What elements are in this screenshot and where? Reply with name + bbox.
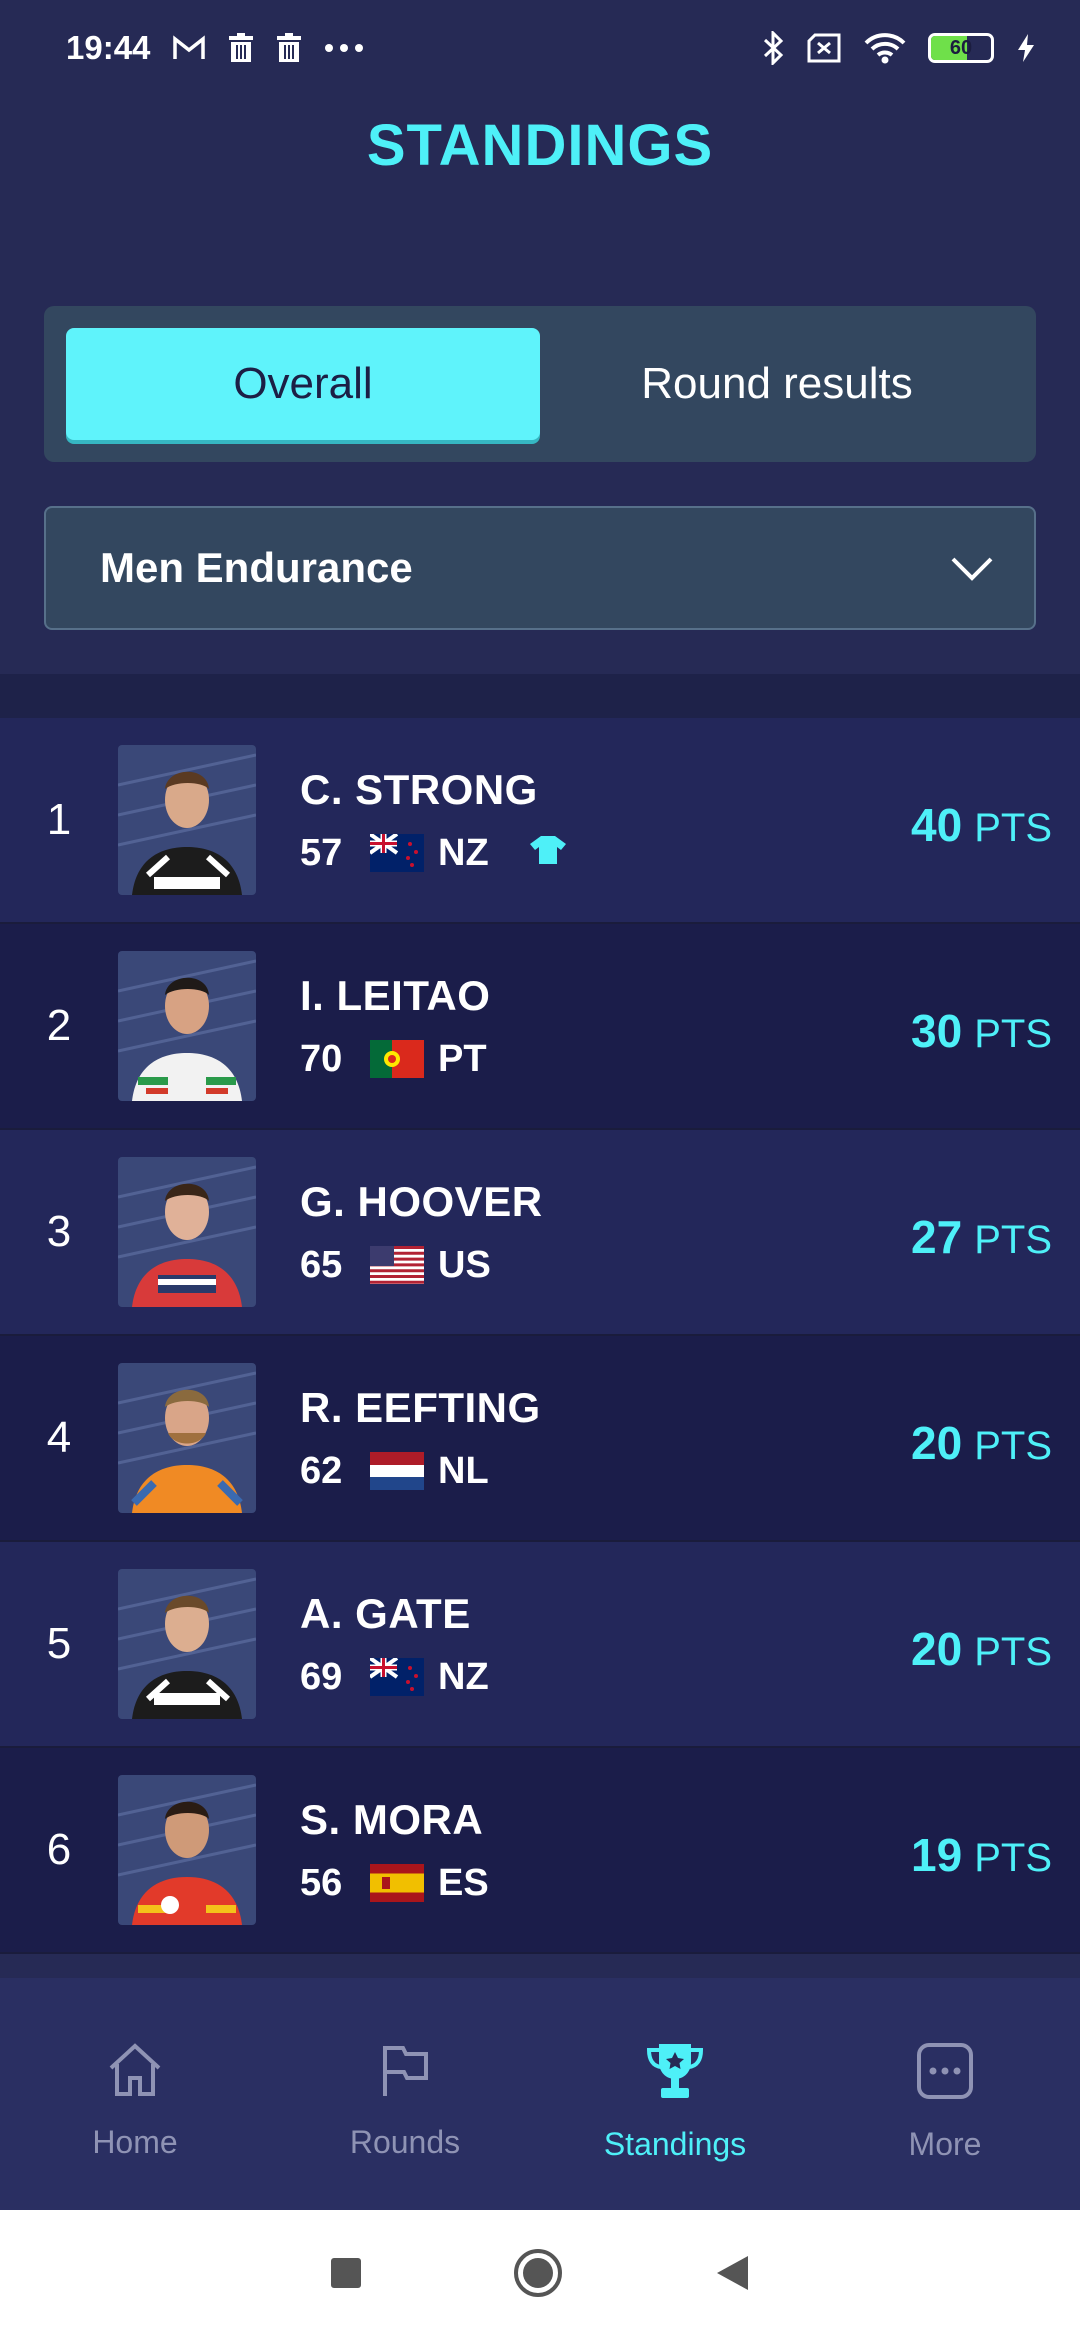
flag-pt-icon — [370, 1040, 424, 1078]
points-unit: PTS — [974, 1630, 1052, 1674]
rider-photo — [118, 1775, 256, 1925]
rider-photo — [118, 1363, 256, 1513]
category-dropdown[interactable]: Men Endurance — [44, 506, 1036, 630]
system-navigation-bar — [0, 2210, 1080, 2340]
rank: 4 — [46, 1413, 72, 1462]
rider-number: 57 — [300, 831, 343, 874]
flag-us-icon — [370, 1246, 424, 1284]
country-code: US — [438, 1243, 491, 1286]
flag-nz-icon — [370, 1658, 424, 1696]
bottom-navigation: Home Rounds Standings More — [0, 1978, 1080, 2210]
nav-standings[interactable]: Standings — [540, 1978, 810, 2210]
rider-photo — [118, 1569, 256, 1719]
rank: 3 — [46, 1207, 72, 1256]
home-button[interactable] — [512, 2247, 564, 2304]
country-code: NZ — [438, 831, 489, 874]
points-unit: PTS — [974, 1012, 1052, 1056]
rider-photo — [118, 951, 256, 1101]
points-value: 40 — [911, 799, 963, 851]
more-notifications-icon — [324, 43, 364, 53]
recents-button[interactable] — [330, 2257, 362, 2294]
leader-jersey-icon — [529, 832, 567, 875]
trash-icon — [228, 33, 254, 63]
points-unit: PTS — [974, 1424, 1052, 1468]
rider-number: 69 — [300, 1655, 343, 1698]
more-icon — [916, 2042, 974, 2108]
battery-icon: 60 — [928, 33, 994, 63]
nav-more-label: More — [908, 2126, 982, 2162]
back-button[interactable] — [714, 2254, 750, 2297]
points-unit: PTS — [974, 1218, 1052, 1262]
rank: 6 — [46, 1825, 72, 1874]
points-value: 20 — [911, 1417, 963, 1469]
nav-rounds[interactable]: Rounds — [270, 1978, 540, 2210]
rank: 1 — [46, 795, 72, 844]
chevron-down-icon — [950, 544, 994, 592]
charging-icon — [1016, 33, 1036, 63]
flag-nl-icon — [370, 1452, 424, 1490]
points-unit: PTS — [974, 806, 1052, 850]
standing-row[interactable]: 5 A. GATE 69 NZ 20 PTS — [0, 1542, 1080, 1748]
nav-home[interactable]: Home — [0, 1978, 270, 2210]
standing-row[interactable]: 1 C. STRONG 57 NZ 40 PTS — [0, 718, 1080, 924]
country-code: NL — [438, 1449, 489, 1492]
bluetooth-icon — [762, 31, 784, 65]
points-value: 30 — [911, 1005, 963, 1057]
no-sim-icon — [806, 33, 842, 63]
standings-tab-switcher: Overall Round results — [44, 306, 1036, 462]
status-time: 19:44 — [66, 29, 151, 66]
nav-rounds-label: Rounds — [349, 2124, 461, 2160]
trophy-icon — [645, 2042, 705, 2108]
flag-nz-icon — [370, 834, 424, 872]
nav-more[interactable]: More — [810, 1978, 1080, 2210]
section-divider — [0, 674, 1080, 718]
nav-home-label: Home — [92, 2124, 178, 2160]
status-bar: 19:44 60 — [0, 0, 1080, 96]
page-title: STANDINGS — [366, 113, 714, 178]
flag-es-icon — [370, 1864, 424, 1902]
gmail-icon — [172, 35, 206, 61]
rider-number: 70 — [300, 1037, 343, 1080]
points: 20 PTS — [911, 1416, 1052, 1470]
standings-list: 1 C. STRONG 57 NZ 40 PTS 2 I. LEITAO 70 … — [0, 718, 1080, 1954]
standing-row[interactable]: 2 I. LEITAO 70 PT 30 PTS — [0, 924, 1080, 1130]
country-code: NZ — [438, 1655, 489, 1698]
points: 27 PTS — [911, 1210, 1052, 1264]
home-icon — [105, 2042, 165, 2106]
trash-icon — [276, 33, 302, 63]
flag-icon — [379, 2042, 431, 2106]
points-value: 27 — [911, 1211, 963, 1263]
category-dropdown-value: Men Endurance — [100, 544, 413, 591]
rider-photo — [118, 745, 256, 895]
points-value: 19 — [911, 1829, 963, 1881]
points: 30 PTS — [911, 1004, 1052, 1058]
points: 19 PTS — [911, 1828, 1052, 1882]
standing-row[interactable]: 3 G. HOOVER 65 US 27 PTS — [0, 1130, 1080, 1336]
rider-number: 65 — [300, 1243, 343, 1286]
nav-standings-label: Standings — [603, 2126, 747, 2162]
points: 20 PTS — [911, 1622, 1052, 1676]
points-value: 20 — [911, 1623, 963, 1675]
rank: 2 — [46, 1001, 72, 1050]
points-unit: PTS — [974, 1836, 1052, 1880]
rank: 5 — [46, 1619, 72, 1668]
standing-row[interactable]: 4 R. EEFTING 62 NL 20 PTS — [0, 1336, 1080, 1542]
points: 40 PTS — [911, 798, 1052, 852]
tab-round-results[interactable]: Round results — [540, 328, 1014, 440]
rider-photo — [118, 1157, 256, 1307]
wifi-icon — [864, 32, 906, 64]
country-code: PT — [438, 1037, 487, 1080]
rider-number: 62 — [300, 1449, 343, 1492]
tab-overall[interactable]: Overall — [66, 328, 540, 440]
rider-number: 56 — [300, 1861, 343, 1904]
standing-row[interactable]: 6 S. MORA 56 ES 19 PTS — [0, 1748, 1080, 1954]
country-code: ES — [438, 1861, 489, 1904]
